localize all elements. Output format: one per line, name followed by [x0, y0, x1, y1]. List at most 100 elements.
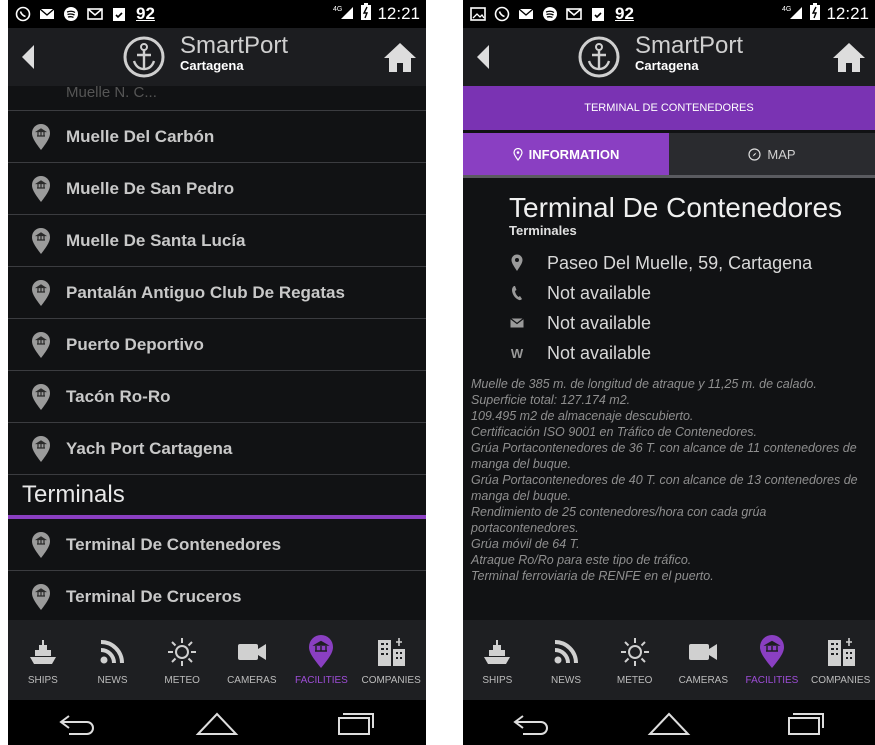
nav-label: SHIPS [27, 674, 58, 686]
description-line: Atraque Ro/Ro para este tipo de tráfico. [471, 553, 692, 567]
anchor-logo-icon [578, 36, 620, 78]
brand-city: Cartagena [635, 58, 699, 73]
list-item-label: Terminal De Cruceros [66, 586, 242, 606]
phone-left: 92 4G 12:21 SmartPort Cartagena Muelle N… [8, 0, 426, 745]
brand-name: SmartPort [635, 32, 744, 59]
nav-facilities[interactable]: FACILITIES [739, 634, 805, 686]
list-item[interactable]: Terminal De Cruceros [8, 571, 426, 620]
nav-news[interactable]: NEWS [79, 635, 145, 686]
phone-icon [509, 284, 525, 302]
list-item[interactable]: Muelle N. C... [8, 86, 426, 111]
brand-name: SmartPort [180, 32, 289, 59]
ship-icon [484, 639, 511, 664]
whatsapp-icon [493, 6, 511, 22]
list-item-label: Muelle De San Pedro [66, 178, 235, 198]
spotify-icon [541, 6, 559, 22]
video-camera-icon [689, 643, 718, 660]
gallery-icon [469, 6, 487, 22]
nav-facilities[interactable]: FACILITIES [288, 634, 354, 686]
nav-ships[interactable]: SHIPS [464, 635, 530, 686]
facility-pin-icon [309, 634, 334, 668]
description-line: Grúa Portacontenedores de 36 T. con alca… [471, 441, 857, 471]
list-item[interactable]: Muelle Del Carbón [8, 111, 426, 163]
nav-label: SHIPS [482, 674, 513, 686]
tab-information[interactable]: INFORMATION [463, 133, 669, 175]
nav-cameras[interactable]: CAMERAS [670, 635, 736, 686]
back-button[interactable] [463, 28, 503, 86]
email-text: Not available [547, 312, 652, 333]
system-nav-bar [8, 700, 426, 745]
facility-description: Muelle de 385 m. de longitud de atraque … [471, 376, 875, 584]
sys-back-icon[interactable] [55, 710, 101, 736]
list-item[interactable]: Yach Port Cartagena [8, 423, 426, 475]
sys-recents-icon[interactable] [333, 710, 379, 736]
detail-content[interactable]: Terminal De Contenedores Terminales Pase… [463, 178, 875, 620]
list-item-label: Pantalán Antiguo Club De Regatas [66, 282, 345, 302]
sys-home-icon[interactable] [194, 710, 240, 736]
sys-recents-icon[interactable] [783, 710, 829, 736]
phone-row[interactable]: Not available [509, 278, 875, 308]
nav-label: CAMERAS [678, 674, 729, 686]
description-line: 109.495 m2 de almacenaje descubierto. [471, 409, 694, 423]
nav-label: COMPANIES [810, 674, 871, 686]
facility-pin-icon [32, 279, 50, 306]
list-item[interactable]: Muelle De San Pedro [8, 163, 426, 215]
facility-list[interactable]: Muelle N. C... Muelle Del Carbón Muelle D… [8, 86, 426, 620]
nav-news[interactable]: NEWS [533, 635, 599, 686]
tab-map[interactable]: MAP [669, 133, 875, 175]
nav-cameras[interactable]: CAMERAS [219, 635, 285, 686]
clipboard-check-icon [589, 6, 607, 22]
status-bar: 92 4G 12:21 [463, 0, 875, 28]
web-row[interactable]: W Not available [509, 338, 875, 368]
sys-home-icon[interactable] [646, 710, 692, 736]
list-item[interactable]: Puerto Deportivo [8, 319, 426, 371]
address-row[interactable]: Paseo Del Muelle, 59, Cartagena [509, 248, 875, 278]
sys-back-icon[interactable] [509, 710, 555, 736]
list-item[interactable]: Muelle De Santa Lucía [8, 215, 426, 267]
nav-meteo[interactable]: METEO [602, 635, 668, 686]
list-item[interactable]: Tacón Ro-Ro [8, 371, 426, 423]
back-arrow-icon [477, 45, 489, 69]
nav-companies[interactable]: COMPANIES [808, 635, 874, 686]
email-row[interactable]: Not available [509, 308, 875, 338]
facility-pin-icon [32, 435, 50, 462]
description-line: Terminal ferroviaria de RENFE en el puer… [471, 569, 714, 583]
home-button[interactable] [382, 40, 418, 76]
list-item-label: Puerto Deportivo [66, 334, 204, 354]
battery-icon [809, 2, 821, 26]
list-item[interactable]: Terminal De Contenedores [8, 519, 426, 571]
clipboard-check-icon [110, 6, 128, 22]
detail-tabs: INFORMATION MAP [463, 133, 875, 175]
status-bar: 92 4G 12:21 [8, 0, 426, 28]
description-line: Rendimiento de 25 contenedores/hora con … [471, 505, 767, 535]
description-line: Superficie total: 127.174 m2. [471, 393, 631, 407]
nav-label: FACILITIES [745, 674, 799, 686]
signal-icon: 4G [782, 4, 804, 25]
buildings-icon [378, 637, 406, 666]
phone-text: Not available [547, 282, 652, 303]
action-bar: SmartPort Cartagena [8, 28, 426, 86]
facility-pin-icon [32, 123, 50, 150]
svg-text:4G: 4G [333, 6, 342, 13]
tab-map-label: MAP [767, 146, 796, 162]
facility-pin-icon [32, 175, 50, 202]
list-item-label: Tacón Ro-Ro [66, 386, 171, 406]
list-item[interactable]: Pantalán Antiguo Club De Regatas [8, 267, 426, 319]
facility-pin-icon [32, 383, 50, 410]
list-item-label: Muelle Del Carbón [66, 126, 215, 146]
nav-companies[interactable]: COMPANIES [358, 635, 424, 686]
mail-icon [38, 6, 56, 22]
facility-pin-icon [32, 531, 50, 558]
nav-meteo[interactable]: METEO [149, 635, 215, 686]
back-arrow-icon [22, 45, 34, 69]
web-letter-icon: W [510, 345, 524, 361]
clock: 12:21 [377, 4, 420, 23]
list-item-label: Muelle De Santa Lucía [66, 230, 246, 250]
back-button[interactable] [8, 28, 48, 86]
sun-icon [620, 637, 649, 666]
home-button[interactable] [831, 40, 867, 76]
nav-ships[interactable]: SHIPS [10, 635, 76, 686]
list-item-label: Terminal De Contenedores [66, 534, 282, 554]
facility-pin-icon [32, 583, 50, 610]
svg-text:4G: 4G [782, 6, 791, 13]
